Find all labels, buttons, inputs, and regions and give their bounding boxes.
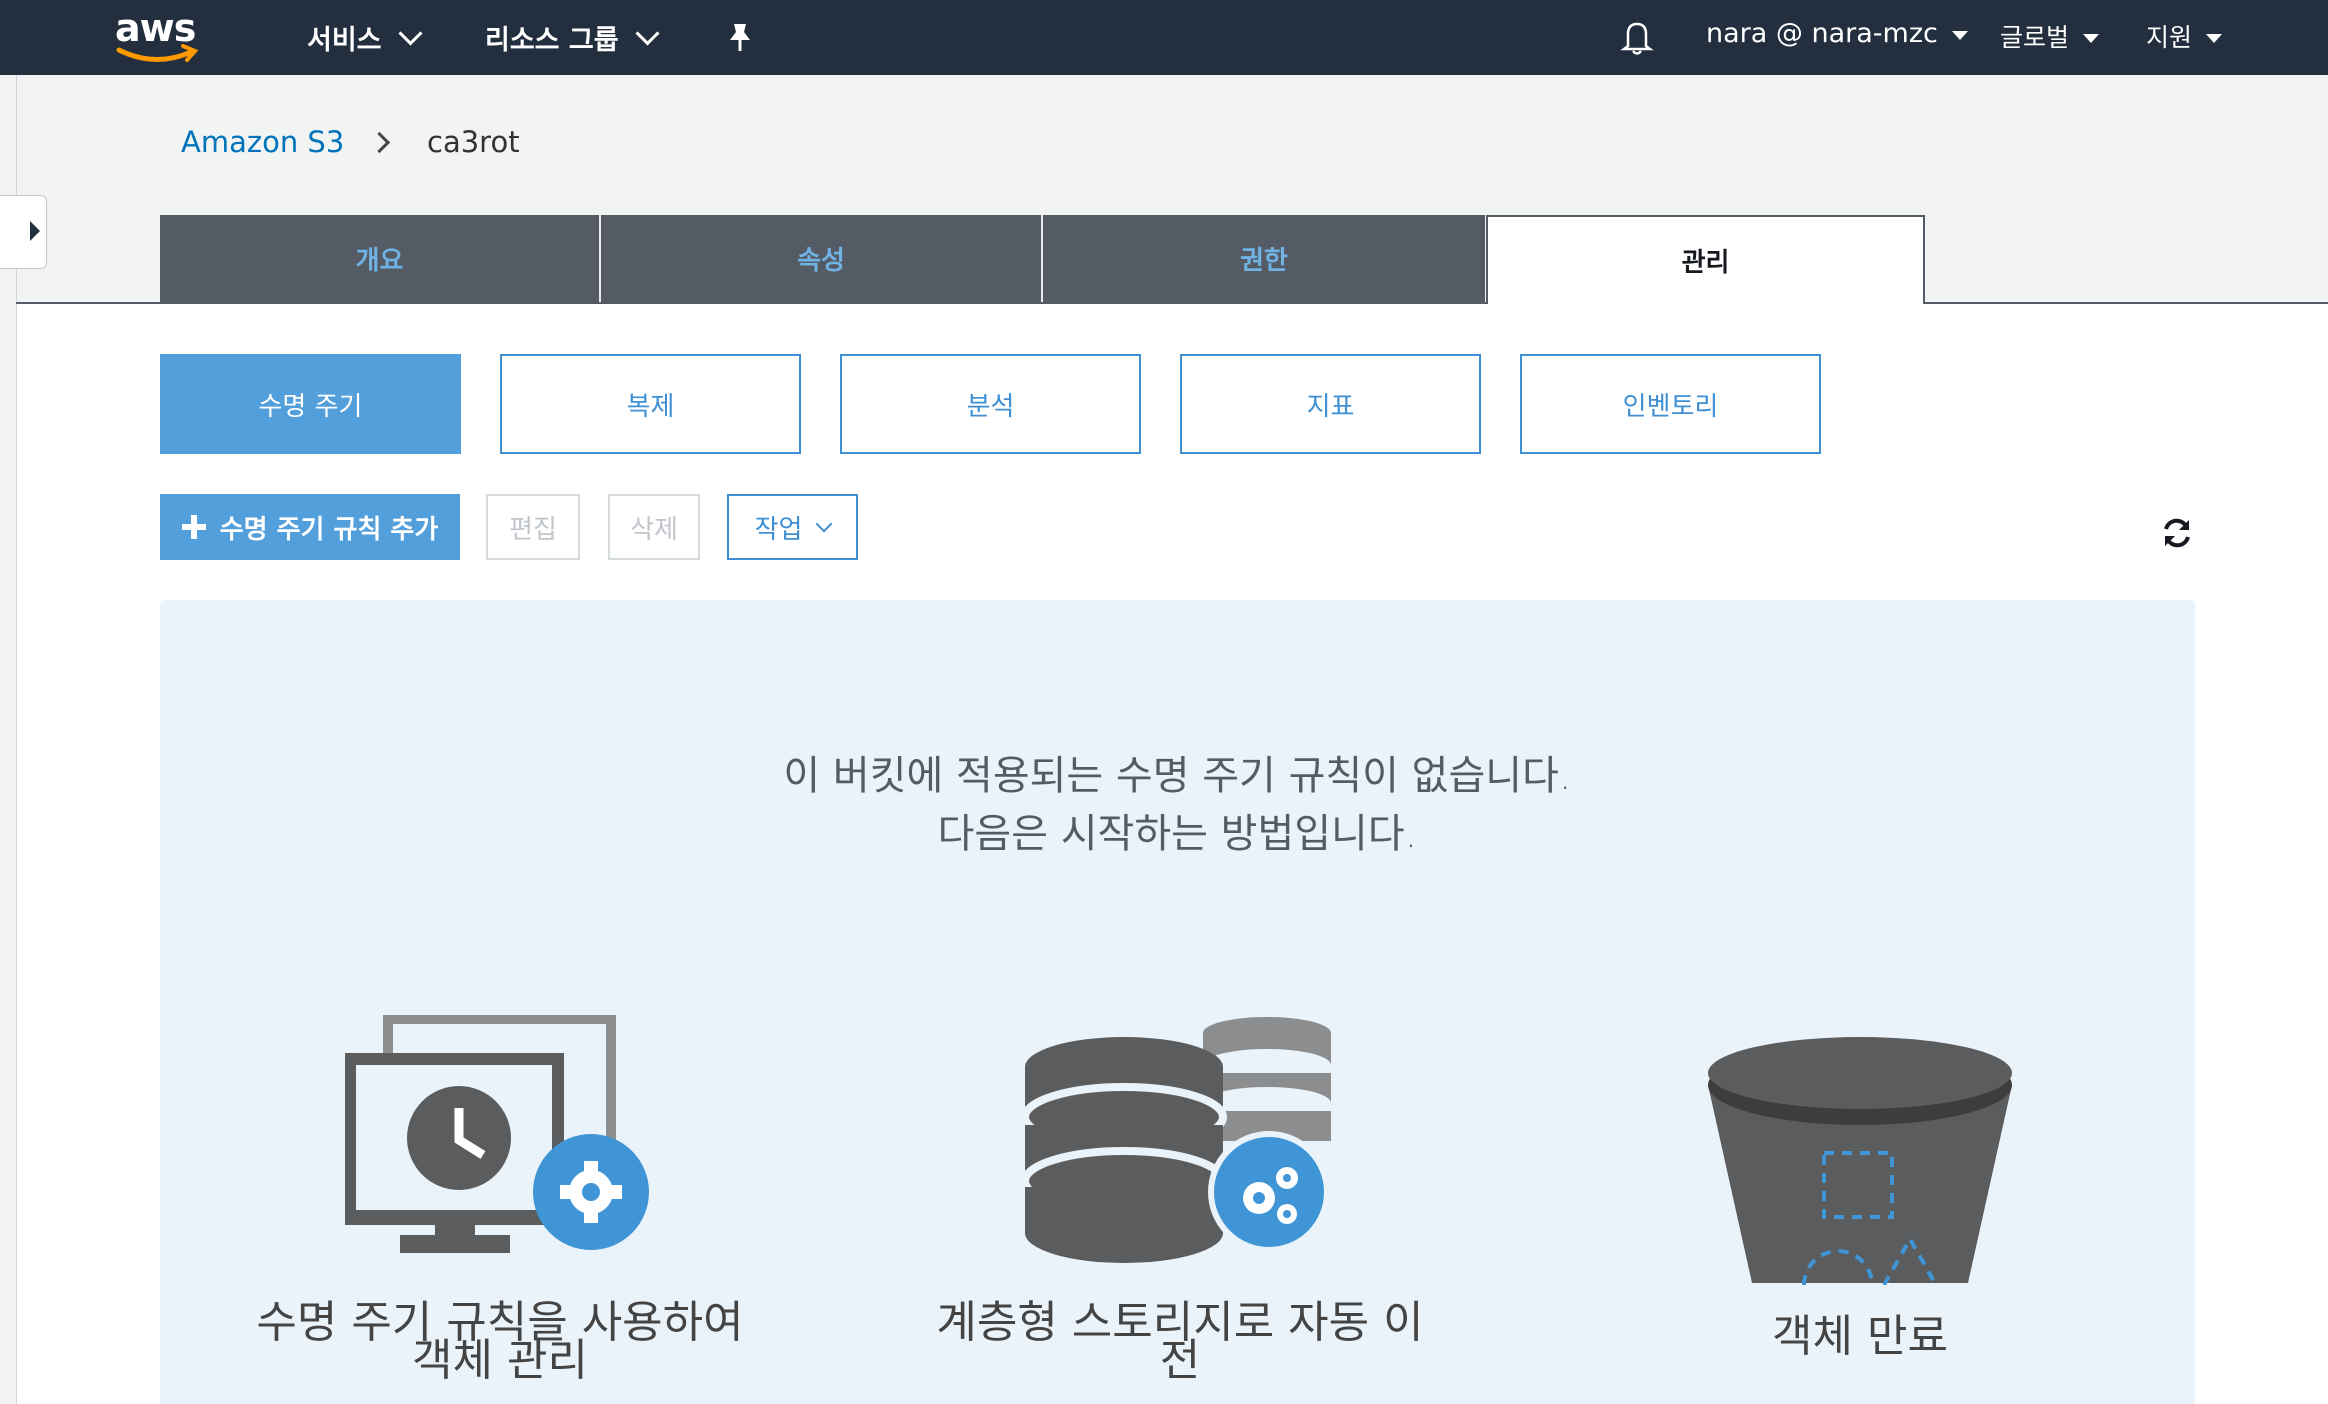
aws-logo[interactable]: aws [115,6,203,66]
resource-groups-label: 리소스 그룹 [485,25,619,56]
region-label: 글로벌 [2000,23,2070,52]
tab-management[interactable]: 관리 [1486,215,1925,304]
tab-properties[interactable]: 속성 [601,215,1043,302]
services-menu[interactable]: 서비스 [307,18,423,57]
plus-icon [181,515,206,539]
delete-button[interactable]: 삭제 [608,494,700,560]
caret-down-icon [2083,33,2100,43]
add-lifecycle-rule-button[interactable]: 수명 주기 규칙 추가 [160,494,460,560]
add-lifecycle-rule-label: 수명 주기 규칙 추가 [219,514,439,545]
tabs-underline-left [16,302,1486,304]
services-label: 서비스 [307,25,382,56]
caret-down-icon [1951,31,1968,40]
actions-dropdown[interactable]: 작업 [727,494,858,560]
feature-expiration-line-1: 객체 만료 [1772,1311,1948,1362]
expand-arrow-icon [30,221,40,241]
bucket-expiration-icon [1708,1037,2012,1285]
feature-tiered-storage-label: 계층형 스토리지로 자동 이 전 [920,1301,1440,1383]
subtab-analytics[interactable]: 분석 [840,354,1141,454]
subtab-replication[interactable]: 복제 [500,354,801,454]
subtab-metrics[interactable]: 지표 [1180,354,1481,454]
feature-lifecycle-label: 수명 주기 규칙을 사용하여 객체 관리 [240,1301,760,1383]
aws-smile-icon [116,44,199,63]
account-label: nara @ nara-mzc [1706,18,1938,49]
top-nav: aws 서비스 리소스 그룹 nara @ nara-mzc 글로벌 지원 [0,0,2328,75]
chevron-down-icon [398,21,423,46]
tab-permissions[interactable]: 권한 [1043,215,1485,302]
bell-icon[interactable] [1620,18,1654,56]
caret-down-icon [2206,33,2223,43]
account-menu[interactable]: nara @ nara-mzc [1706,18,1968,49]
lifecycle-monitor-icon [345,1015,649,1253]
chevron-down-icon [635,21,660,46]
breadcrumb-current: ca3rot [427,125,520,159]
support-menu[interactable]: 지원 [2146,18,2223,54]
tabs-underline-right [1925,302,2328,304]
region-menu[interactable]: 글로벌 [2000,18,2100,54]
breadcrumb-separator-icon [368,131,391,154]
actions-label: 작업 [754,514,803,545]
subtab-lifecycle[interactable]: 수명 주기 [160,354,461,454]
subtab-inventory[interactable]: 인벤토리 [1520,354,1821,454]
support-label: 지원 [2146,23,2193,52]
empty-state-line-1: 이 버킷에 적용되는 수명 주기 규칙이 없습니다. [783,753,1572,799]
refresh-icon[interactable] [2160,516,2194,550]
resource-groups-menu[interactable]: 리소스 그룹 [485,18,660,57]
chevron-down-icon [815,515,833,533]
pin-icon[interactable] [724,20,756,54]
empty-state-line-2: 다음은 시작하는 방법입니다. [937,811,1418,857]
breadcrumb-root-link[interactable]: Amazon S3 [181,125,344,159]
tiered-storage-icon [1025,1017,1331,1263]
edit-button[interactable]: 편집 [486,494,580,560]
tab-overview[interactable]: 개요 [160,215,601,302]
feature-expiration-label: 객체 만료 [1600,1311,2120,1362]
